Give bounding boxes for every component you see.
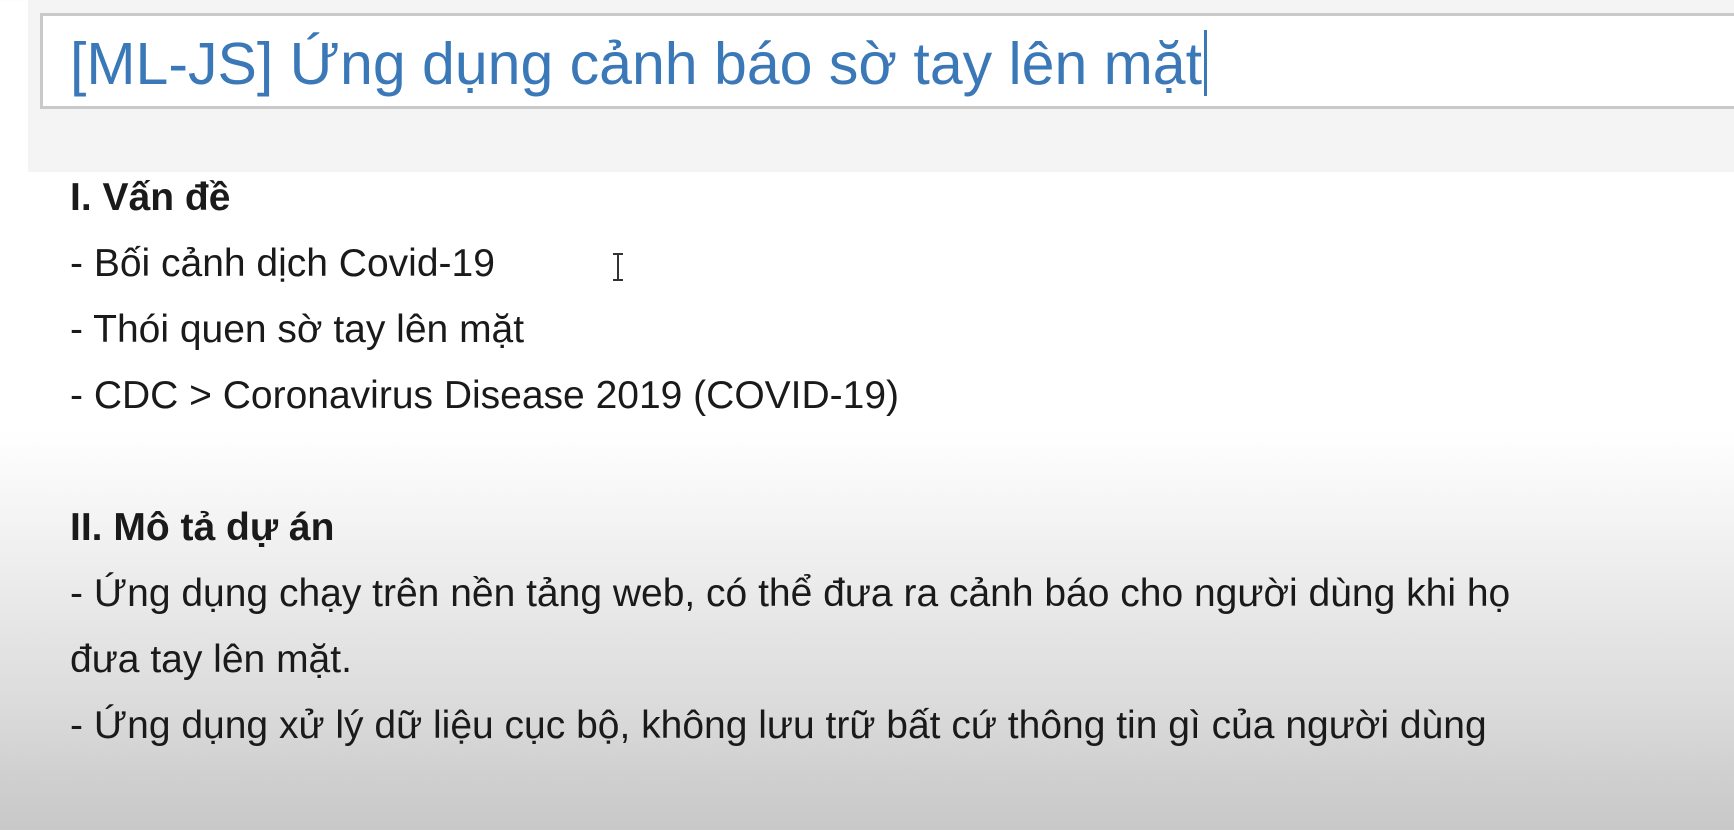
text-cursor-icon [613, 253, 623, 281]
document-body[interactable]: I. Vấn đề - Bối cảnh dịch Covid-19 - Thó… [70, 165, 1690, 759]
list-item: - Thói quen sờ tay lên mặt [70, 308, 525, 351]
text-caret [1204, 30, 1208, 96]
list-item: đưa tay lên mặt. [70, 638, 352, 681]
list-item: - Ứng dụng xử lý dữ liệu cục bộ, không l… [70, 704, 1487, 747]
list-item: - Bối cảnh dịch Covid-19 [70, 242, 495, 285]
list-item: - CDC > Coronavirus Disease 2019 (COVID-… [70, 374, 900, 417]
title-input[interactable]: [ML-JS] Ứng dụng cảnh báo sờ tay lên mặt [40, 13, 1734, 109]
section-heading-problem: I. Vấn đề [70, 176, 231, 219]
title-text[interactable]: [ML-JS] Ứng dụng cảnh báo sờ tay lên mặt [70, 28, 1208, 100]
title-value: [ML-JS] Ứng dụng cảnh báo sờ tay lên mặt [70, 31, 1203, 97]
section-heading-description: II. Mô tả dự án [70, 506, 335, 549]
list-item: - Ứng dụng chạy trên nền tảng web, có th… [70, 572, 1511, 615]
